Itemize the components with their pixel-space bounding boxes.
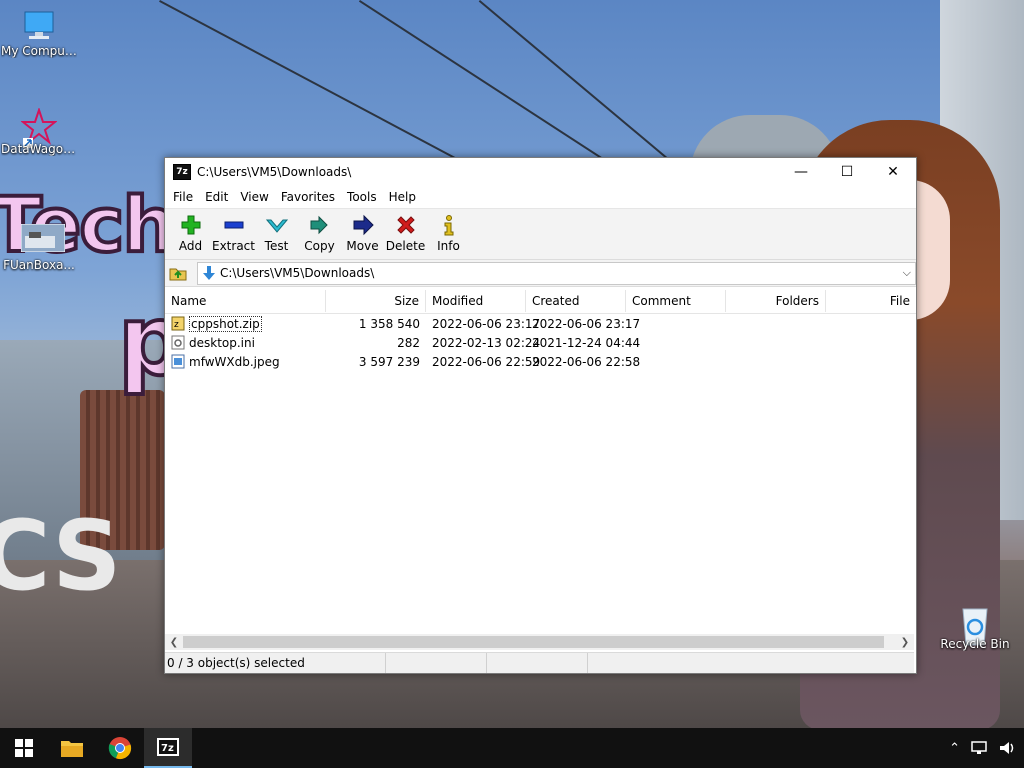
file-name: mfwWXdb.jpeg (189, 354, 280, 369)
status-bar: 0 / 3 object(s) selected (165, 652, 914, 673)
title-bar[interactable]: 7z C:\Users\VM5\Downloads\ — ☐ ✕ (165, 158, 916, 186)
taskbar: 7z ⌃ (0, 728, 1024, 768)
column-name[interactable]: Name (165, 290, 326, 312)
start-icon (15, 739, 33, 757)
download-arrow-icon (202, 265, 215, 280)
column-folders[interactable]: Folders (726, 290, 826, 312)
file-name: desktop.ini (189, 335, 255, 350)
menu-edit[interactable]: Edit (199, 190, 234, 204)
up-folder-button[interactable] (167, 263, 189, 283)
chevron-down-icon[interactable]: ⌵ (903, 266, 911, 280)
file-row[interactable]: desktop.ini 282 2022-02-13 02:24 2021-12… (165, 333, 916, 352)
address-bar: C:\Users\VM5\Downloads\ ⌵ (165, 260, 916, 287)
file-row[interactable]: mfwWXdb.jpeg 3 597 239 2022-06-06 22:59 … (165, 352, 916, 371)
desktop-icon-fuanboxa[interactable]: FUanBoxa... (1, 223, 77, 272)
desktop-icon-datawagon[interactable]: DataWagon... (1, 106, 77, 156)
svg-text:7z: 7z (161, 743, 174, 754)
chrome-icon (108, 737, 132, 760)
wallpaper-text-cs: CS (0, 500, 122, 612)
column-files[interactable]: File (826, 290, 916, 312)
column-headers: Name Size Modified Created Comment Folde… (165, 289, 916, 314)
add-button[interactable]: Add (169, 209, 212, 253)
extract-button[interactable]: Extract (212, 209, 255, 253)
folder-up-icon (169, 268, 187, 281)
datawagon-star-icon (20, 106, 58, 148)
file-modified: 2022-06-06 22:59 (432, 354, 541, 369)
recycle-bin-icon (957, 603, 993, 646)
file-explorer-button[interactable] (48, 728, 96, 768)
scrollbar-thumb[interactable] (183, 636, 884, 648)
file-list[interactable]: z cppshot.zip 1 358 540 2022-06-06 23:17… (165, 314, 916, 611)
menu-help[interactable]: Help (383, 190, 422, 204)
desktop-icon-recycle-bin[interactable]: Recycle Bin (937, 603, 1013, 651)
arrow-right-icon (353, 214, 374, 236)
volume-icon[interactable] (998, 740, 1016, 756)
horizontal-scrollbar[interactable]: ❮ ❯ (165, 634, 914, 650)
computer-icon (21, 10, 57, 42)
info-button[interactable]: Info (427, 209, 470, 253)
minimize-button[interactable]: — (778, 158, 824, 186)
file-size: 3 597 239 (358, 354, 420, 369)
file-created: 2022-06-06 22:58 (532, 354, 641, 369)
7zip-icon: 7z (157, 738, 179, 756)
column-size[interactable]: Size (326, 290, 426, 312)
address-path: C:\Users\VM5\Downloads\ (219, 266, 375, 280)
menu-file[interactable]: File (167, 190, 199, 204)
network-icon[interactable] (970, 740, 988, 756)
file-size: 282 (397, 335, 420, 350)
file-size: 1 358 540 (358, 316, 420, 331)
minus-icon (224, 221, 243, 229)
column-comment[interactable]: Comment (626, 290, 726, 312)
settings-file-icon (171, 335, 185, 350)
menu-view[interactable]: View (234, 190, 274, 204)
file-created: 2021-12-24 04:44 (532, 335, 641, 350)
file-modified: 2022-02-13 02:24 (432, 335, 541, 350)
image-file-icon (171, 354, 185, 369)
zip-file-icon: z (171, 316, 185, 331)
chrome-button[interactable] (96, 728, 144, 768)
window-title: C:\Users\VM5\Downloads\ (197, 165, 352, 179)
status-cell (487, 653, 588, 673)
column-created[interactable]: Created (526, 290, 626, 312)
start-button[interactable] (0, 728, 48, 768)
chevron-up-icon[interactable]: ⌃ (949, 741, 960, 756)
file-created: 2022-06-06 23:17 (532, 316, 641, 331)
double-arrow-icon (310, 215, 328, 235)
check-icon (265, 219, 288, 233)
move-button[interactable]: Move (341, 209, 384, 253)
7zip-taskbar-button[interactable]: 7z (144, 728, 192, 768)
delete-button[interactable]: Delete (384, 209, 427, 253)
copy-button[interactable]: Copy (298, 209, 341, 253)
selection-status: 0 / 3 object(s) selected (165, 653, 386, 673)
file-name: cppshot.zip (189, 315, 262, 332)
menu-bar: File Edit View Favorites Tools Help (165, 186, 916, 208)
desktop-icon-my-computer[interactable]: My Computer (1, 10, 77, 58)
menu-favorites[interactable]: Favorites (275, 190, 341, 204)
system-tray: ⌃ (949, 728, 1016, 768)
column-modified[interactable]: Modified (426, 290, 526, 312)
address-field[interactable]: C:\Users\VM5\Downloads\ ⌵ (196, 261, 916, 285)
image-thumbnail-icon (20, 223, 66, 256)
x-icon (396, 216, 415, 234)
test-button[interactable]: Test (255, 209, 298, 253)
7zip-file-manager-window[interactable]: 7z C:\Users\VM5\Downloads\ — ☐ ✕ File Ed… (164, 157, 917, 674)
7zip-app-icon: 7z (173, 164, 191, 180)
file-explorer-icon (61, 741, 83, 757)
info-icon (444, 215, 453, 236)
plus-icon (181, 215, 200, 235)
scroll-right-icon[interactable]: ❯ (896, 637, 914, 648)
scroll-left-icon[interactable]: ❮ (165, 637, 183, 648)
file-row[interactable]: z cppshot.zip 1 358 540 2022-06-06 23:17… (165, 314, 916, 333)
svg-text:z: z (174, 320, 179, 330)
toolbar: Add Extract Test Copy Move Delete Info (165, 208, 916, 260)
menu-tools[interactable]: Tools (341, 190, 383, 204)
close-button[interactable]: ✕ (870, 158, 916, 186)
status-cell (386, 653, 487, 673)
file-modified: 2022-06-06 23:17 (432, 316, 541, 331)
maximize-button[interactable]: ☐ (824, 158, 870, 186)
